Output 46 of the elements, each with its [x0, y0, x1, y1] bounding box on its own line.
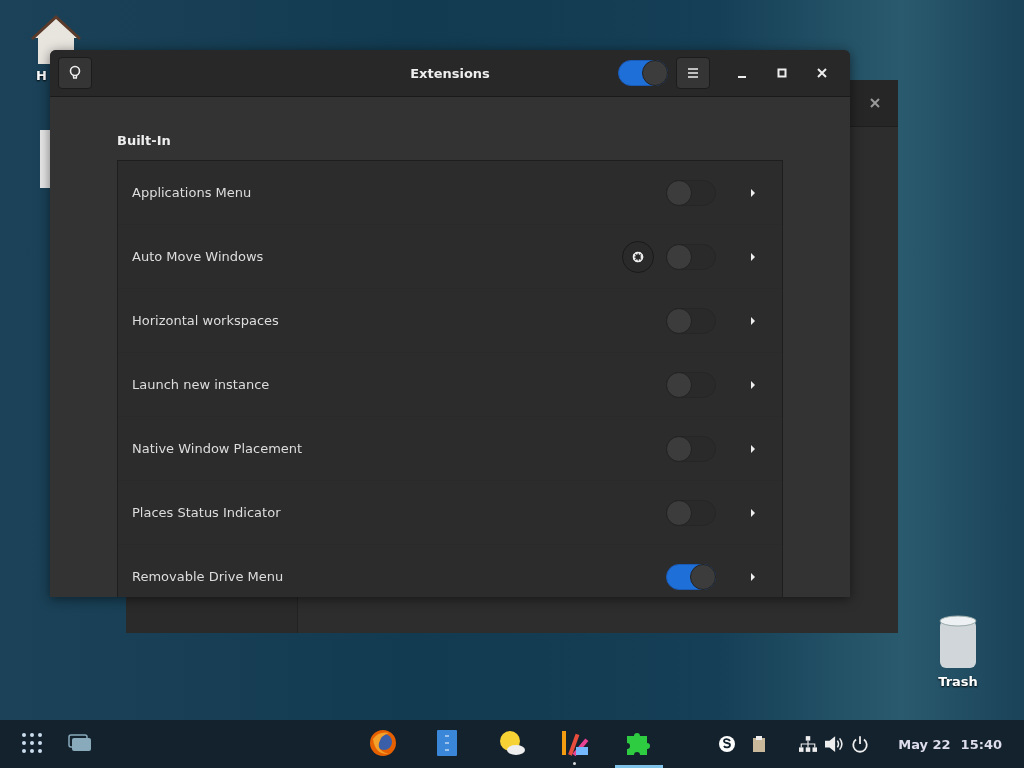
- extension-switch[interactable]: [666, 307, 716, 334]
- extension-name: Places Status Indicator: [132, 505, 282, 520]
- extension-switch[interactable]: [666, 179, 716, 206]
- lightbulb-icon: [69, 65, 81, 81]
- maximize-icon: [777, 68, 787, 78]
- settings-button[interactable]: [622, 240, 654, 273]
- file-cabinet-icon: [436, 728, 458, 757]
- extension-name: Native Window Placement: [132, 441, 304, 456]
- extension-name: Horizontal workspaces: [132, 313, 280, 328]
- master-switch[interactable]: [618, 60, 668, 86]
- volume-icon[interactable]: [823, 735, 845, 753]
- windows-icon: [68, 733, 92, 752]
- extension-switch[interactable]: [666, 563, 716, 590]
- power-icon[interactable]: [849, 735, 871, 753]
- expand-arrow-icon[interactable]: [750, 379, 756, 390]
- expand-arrow-icon[interactable]: [750, 251, 756, 262]
- close-icon[interactable]: [870, 98, 880, 108]
- expand-arrow-icon[interactable]: [750, 443, 756, 454]
- minimize-icon: [737, 76, 747, 78]
- extension-name: Launch new instance: [132, 377, 271, 392]
- close-icon: [817, 68, 827, 78]
- desktop-icon-label[interactable]: H: [36, 68, 47, 83]
- extension-switch[interactable]: [666, 371, 716, 398]
- expand-arrow-icon[interactable]: [750, 315, 756, 326]
- extension-name: Removable Drive Menu: [132, 569, 285, 584]
- time-label[interactable]: 15:40: [960, 736, 1002, 752]
- globe-icon: [369, 728, 397, 757]
- menu-button[interactable]: [676, 57, 710, 89]
- gear-icon: [631, 249, 645, 264]
- menu-icon: [687, 68, 699, 78]
- color-swatches-icon: [560, 728, 590, 757]
- extension-name: Applications Menu: [132, 185, 253, 200]
- section-title: Built-In: [117, 133, 172, 148]
- network-icon[interactable]: [797, 735, 819, 753]
- app-grid-icon: [21, 731, 43, 754]
- expand-arrow-icon[interactable]: [750, 571, 756, 582]
- desktop-icon-label[interactable]: Trash: [938, 674, 978, 689]
- extension-name: Auto Move Windows: [132, 249, 265, 264]
- tips-button[interactable]: [58, 57, 92, 89]
- extension-switch[interactable]: [666, 435, 716, 462]
- extension-switch[interactable]: [666, 499, 716, 526]
- extension-switch[interactable]: [666, 243, 716, 270]
- expand-arrow-icon[interactable]: [750, 187, 756, 198]
- date-label[interactable]: May 22: [898, 736, 951, 752]
- expand-arrow-icon[interactable]: [750, 507, 756, 518]
- window-title: Extensions: [409, 65, 491, 81]
